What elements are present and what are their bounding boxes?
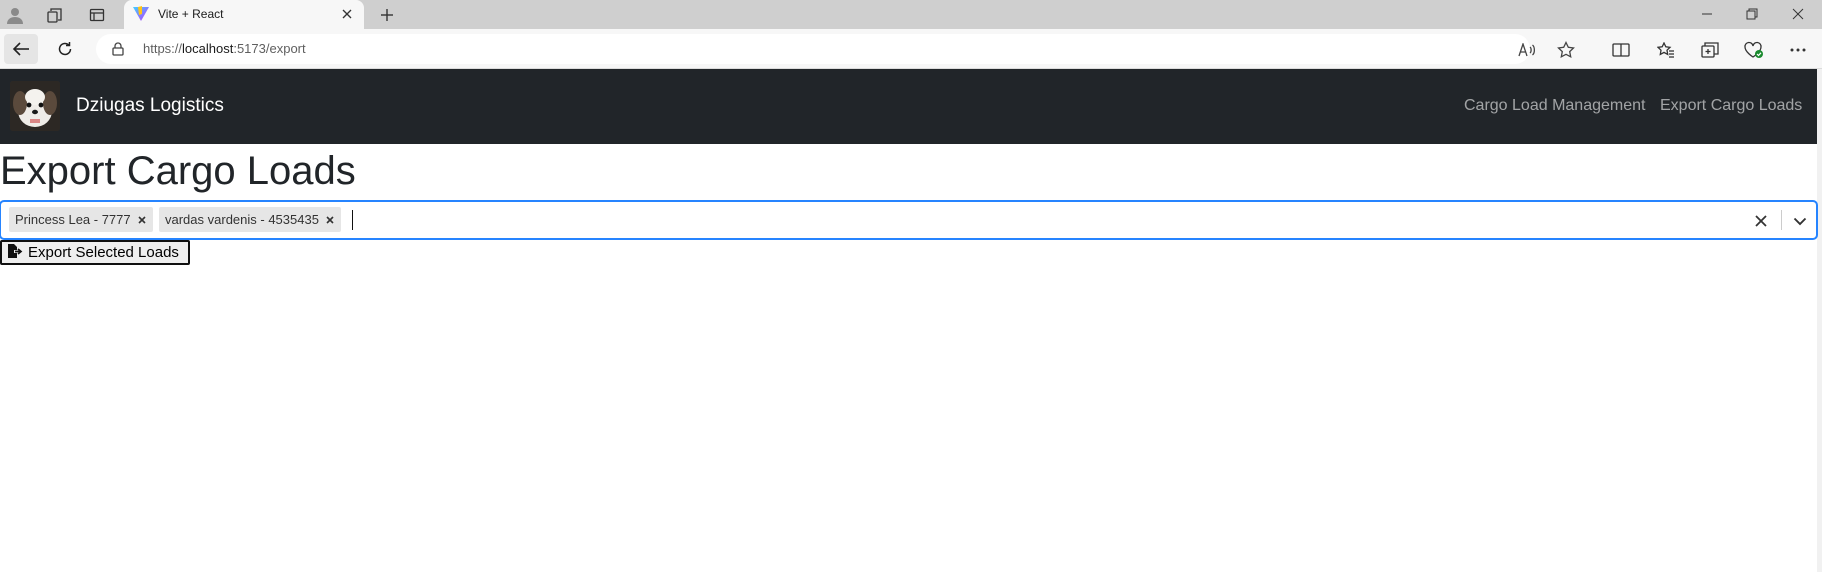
chip-label: vardas vardenis - 4535435 [165, 212, 319, 227]
selected-load-chip: vardas vardenis - 4535435 [159, 207, 341, 232]
address-bar-row: https://localhost:5173/export [0, 29, 1822, 69]
minimize-icon[interactable] [1694, 3, 1720, 25]
remove-chip-icon[interactable] [131, 207, 153, 232]
text-caret [352, 210, 353, 230]
url-input[interactable]: https://localhost:5173/export [96, 34, 1575, 64]
nav-link-export-cargo-loads[interactable]: Export Cargo Loads [1660, 97, 1802, 115]
split-screen-icon[interactable] [1609, 38, 1633, 62]
collections-toolbar-icon[interactable] [1698, 38, 1722, 62]
remove-chip-icon[interactable] [319, 207, 341, 232]
url-scheme: https:// [143, 41, 183, 56]
collections-icon[interactable] [44, 4, 66, 26]
back-button[interactable] [4, 34, 38, 64]
top-navbar: Dziugas Logistics Cargo Load Management … [0, 69, 1817, 144]
active-tab[interactable]: Vite + React [124, 0, 364, 29]
url-text: https://localhost:5173/export [143, 41, 306, 56]
favorite-star-icon[interactable] [1555, 39, 1577, 61]
close-tab-icon[interactable] [338, 5, 356, 23]
profile-icon[interactable] [4, 4, 26, 26]
indicator-separator [1781, 210, 1782, 230]
scrollbar[interactable] [1817, 69, 1822, 572]
nav-link-cargo-load-management[interactable]: Cargo Load Management [1464, 97, 1645, 115]
page-title: Export Cargo Loads [0, 149, 356, 193]
browser-tab-strip: Vite + React [0, 0, 1822, 29]
favorites-icon[interactable] [1654, 38, 1678, 62]
close-window-icon[interactable] [1785, 3, 1811, 25]
brand-logo[interactable] [10, 81, 60, 131]
tab-title: Vite + React [158, 7, 224, 21]
file-export-icon [7, 243, 23, 263]
url-path: :5173/export [233, 41, 306, 56]
page-viewport: Dziugas Logistics Cargo Load Management … [0, 69, 1822, 572]
selected-load-chip: Princess Lea - 7777 [9, 207, 153, 232]
export-selected-loads-button[interactable]: Export Selected Loads [0, 240, 190, 265]
clear-all-icon[interactable] [1749, 210, 1773, 232]
url-host: localhost [182, 41, 234, 56]
vite-logo-icon [132, 5, 150, 23]
reload-button[interactable] [48, 34, 82, 64]
more-options-icon[interactable] [1786, 38, 1810, 62]
chip-label: Princess Lea - 7777 [15, 212, 131, 227]
vertical-tabs-icon[interactable] [86, 4, 108, 26]
chevron-down-icon[interactable] [1787, 210, 1813, 232]
export-button-label: Export Selected Loads [28, 244, 179, 261]
cargo-load-multiselect[interactable]: Princess Lea - 7777 vardas vardenis - 45… [0, 201, 1817, 239]
brand-name[interactable]: Dziugas Logistics [76, 95, 224, 117]
read-aloud-icon[interactable] [1516, 39, 1538, 61]
browser-essentials-icon[interactable] [1742, 38, 1766, 62]
restore-icon[interactable] [1739, 3, 1765, 25]
lock-icon[interactable] [110, 41, 126, 57]
new-tab-icon[interactable] [376, 4, 398, 26]
